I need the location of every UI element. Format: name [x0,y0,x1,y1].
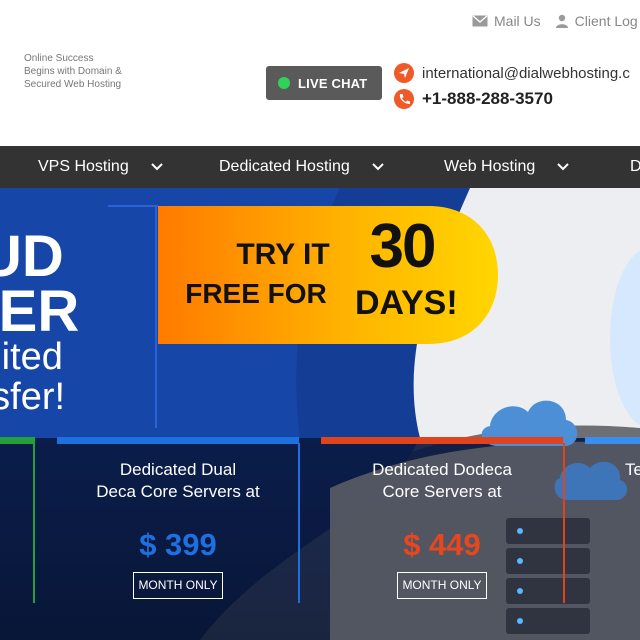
plan-card-dual-deca: Dedicated Dual Deca Core Servers at $ 39… [57,437,299,607]
nav-item-web-hosting[interactable]: Web Hosting [444,146,570,188]
plan-title-line: Deca Core Servers at [96,482,260,501]
nav-item-vps-hosting[interactable]: VPS Hosting [38,146,163,188]
nav-item-dedicated-hosting[interactable]: Dedicated Hosting [219,146,384,188]
user-icon [555,14,568,28]
tagline-line: Secured Web Hosting [24,79,122,90]
month-only-button[interactable]: MONTH ONLY [397,572,487,599]
plan-price: $ 399 [139,527,217,562]
phone-number: +1-888-288-3570 [422,89,553,108]
hero-headline-line: UD [0,224,64,289]
plan-divider [563,443,565,603]
plan-title-line: Dedicated Dodeca [372,460,512,479]
plan-accent-bar [57,437,299,444]
plan-title: Dedicated Dual Deca Core Servers at [57,459,299,503]
live-chat-button[interactable]: LIVE CHAT [266,66,382,100]
plan-title-line: Dedicated Dual [119,460,237,479]
nav-item-label: D [630,158,640,175]
plan-price: $ 449 [403,527,481,562]
live-chat-label: LIVE CHAT [298,75,368,91]
site-header: Online Success Begins with Domain & Secu… [0,0,640,146]
plan-accent-bar [585,437,640,444]
mail-us-label: Mail Us [494,13,541,29]
nav-item-label: Web Hosting [444,158,536,175]
chevron-down-icon [557,163,570,171]
online-status-icon [278,77,290,89]
mail-us-link[interactable]: Mail Us [472,13,541,29]
email-address: international@dialwebhosting.c [422,64,630,82]
send-icon [394,63,414,83]
chevron-down-icon [151,163,163,171]
hero-headline-line: nsfer! [0,376,66,418]
hero-headline-line: mited [0,336,63,378]
tagline-line: Online Success [24,53,94,64]
phone-icon [394,89,414,109]
client-login-label: Client Log [574,13,638,29]
plan-title-line: Core Servers at [382,482,502,501]
hero-headline-line: VER [0,279,80,344]
plan-title: Dedicated Dodeca Core Servers at [321,459,563,503]
tagline: Online Success Begins with Domain & Secu… [24,52,154,91]
chevron-down-icon [372,163,384,171]
main-nav: VPS Hosting Dedicated Hosting Web Hostin… [0,146,640,188]
logo-icon[interactable] [0,48,10,94]
contact-info: international@dialwebhosting.c +1-888-28… [394,60,640,112]
phone-row[interactable]: +1-888-288-3570 [394,86,640,112]
top-links: Mail Us Client Log [472,13,638,29]
nav-item-label: VPS Hosting [38,158,129,175]
promo-free-for: FREE FOR [185,278,327,309]
promo-number: 30 [369,212,437,281]
tagline-line: Begins with Domain & [24,66,122,77]
promo-try-it: TRY IT [236,238,330,271]
promo-days: DAYS! [355,284,458,322]
client-login-link[interactable]: Client Log [555,13,638,29]
plan-title-line: Te [625,460,640,479]
hero-banner: UD VER mited nsfer! TRY IT FREE FOR 30 D… [0,188,640,640]
plan-accent-bar [0,437,35,444]
plan-divider [33,443,35,603]
month-only-button[interactable]: MONTH ONLY [133,572,223,599]
plan-title: Te [625,459,640,481]
email-row[interactable]: international@dialwebhosting.c [394,60,640,86]
plan-card-partial: Te [585,437,640,607]
plan-card-dodeca: Dedicated Dodeca Core Servers at $ 449 M… [321,437,563,607]
plan-accent-bar [321,437,563,444]
mail-icon [472,15,488,27]
promo-badge[interactable] [158,206,498,344]
nav-item-more[interactable]: D [630,146,640,188]
nav-item-label: Dedicated Hosting [219,158,350,175]
